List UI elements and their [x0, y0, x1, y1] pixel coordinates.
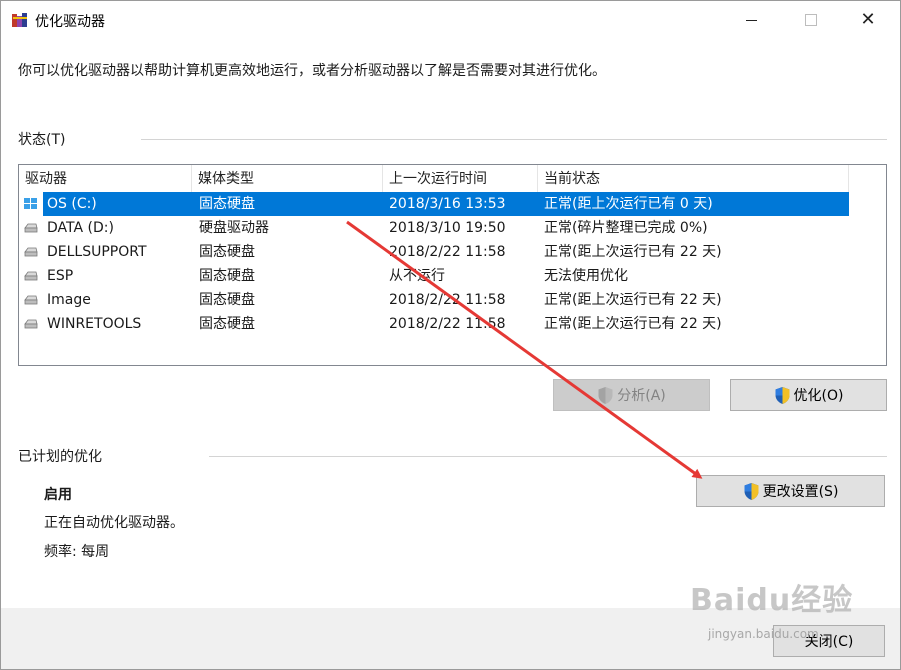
media-type: 固态硬盘: [199, 268, 255, 284]
drive-name: ESP: [47, 268, 74, 284]
minimize-icon: [745, 19, 757, 21]
minimize-button[interactable]: [728, 1, 774, 39]
last-run-time: 2018/3/10 19:50: [389, 220, 506, 236]
last-run-time: 2018/2/22 11:58: [389, 244, 506, 260]
last-run-time: 2018/2/22 11:58: [389, 316, 506, 332]
drive-row-esp[interactable]: ESP 固态硬盘 从不运行 无法使用优化: [19, 264, 886, 288]
maximize-button[interactable]: [788, 1, 834, 39]
drive-icon: [24, 247, 38, 257]
drive-list[interactable]: 驱动器 媒体类型 上一次运行时间 当前状态 OS (C:) 固态硬盘 2018/…: [18, 164, 887, 366]
last-run-time: 从不运行: [389, 268, 445, 284]
analyze-button-label: 分析(A): [617, 388, 666, 404]
media-type: 固态硬盘: [199, 292, 255, 308]
status-separator: [141, 139, 887, 140]
status-section-label: 状态(T): [18, 132, 66, 148]
close-button-label: 关闭(C): [804, 634, 854, 650]
drive-icon: [24, 319, 38, 329]
drive-row-os-c[interactable]: OS (C:) 固态硬盘 2018/3/16 13:53 正常(距上次运行已有 …: [19, 192, 886, 216]
drive-list-header: 驱动器 媒体类型 上一次运行时间 当前状态: [19, 165, 886, 192]
optimize-drives-window: 优化驱动器 ✕ 你可以优化驱动器以帮助计算机更高效地运行，或者分析驱动器以了解是…: [0, 0, 901, 670]
drive-row-image[interactable]: Image 固态硬盘 2018/2/22 11:58 正常(距上次运行已有 22…: [19, 288, 886, 312]
analyze-button[interactable]: 分析(A): [553, 379, 710, 411]
column-header-current-status[interactable]: 当前状态: [538, 165, 849, 192]
windows-drive-icon: [24, 198, 37, 209]
window-title: 优化驱动器: [35, 14, 105, 30]
drive-name: DATA (D:): [47, 220, 114, 236]
current-status: 正常(距上次运行已有 22 天): [544, 244, 722, 260]
drive-row-data-d[interactable]: DATA (D:) 硬盘驱动器 2018/3/10 19:50 正常(碎片整理已…: [19, 216, 886, 240]
change-settings-button-label: 更改设置(S): [762, 484, 839, 500]
drive-name: WINRETOOLS: [47, 316, 142, 332]
column-header-last-run[interactable]: 上一次运行时间: [383, 165, 538, 192]
column-header-media-type[interactable]: 媒体类型: [192, 165, 383, 192]
schedule-frequency: 频率: 每周: [44, 544, 110, 560]
drive-icon: [24, 271, 38, 281]
media-type: 固态硬盘: [199, 196, 255, 212]
bottom-bar: [1, 608, 900, 669]
drive-row-dellsupport[interactable]: DELLSUPPORT 固态硬盘 2018/2/22 11:58 正常(距上次运…: [19, 240, 886, 264]
drive-name: Image: [47, 292, 91, 308]
last-run-time: 2018/2/22 11:58: [389, 292, 506, 308]
description-text: 你可以优化驱动器以帮助计算机更高效地运行，或者分析驱动器以了解是否需要对其进行优…: [18, 63, 606, 79]
close-button[interactable]: 关闭(C): [773, 625, 885, 657]
drive-name: DELLSUPPORT: [47, 244, 147, 260]
media-type: 硬盘驱动器: [199, 220, 269, 236]
media-type: 固态硬盘: [199, 316, 255, 332]
last-run-time: 2018/3/16 13:53: [389, 196, 506, 212]
drive-icon: [24, 223, 38, 233]
optimize-button[interactable]: 优化(O): [730, 379, 887, 411]
media-type: 固态硬盘: [199, 244, 255, 260]
defrag-app-icon: [12, 13, 27, 27]
uac-shield-icon: [775, 386, 790, 404]
close-window-button[interactable]: ✕: [845, 1, 891, 39]
current-status: 正常(距上次运行已有 22 天): [544, 292, 722, 308]
column-header-drive[interactable]: 驱动器: [19, 165, 192, 192]
uac-shield-icon: [744, 482, 759, 500]
scheduled-separator: [209, 456, 887, 457]
schedule-state: 启用: [44, 487, 72, 503]
maximize-icon: [805, 14, 817, 26]
schedule-info: 正在自动优化驱动器。: [44, 515, 184, 531]
current-status: 正常(碎片整理已完成 0%): [544, 220, 708, 236]
drive-row-winretools[interactable]: WINRETOOLS 固态硬盘 2018/2/22 11:58 正常(距上次运行…: [19, 312, 886, 336]
change-settings-button[interactable]: 更改设置(S): [696, 475, 885, 507]
drive-icon: [24, 295, 38, 305]
current-status: 正常(距上次运行已有 22 天): [544, 316, 722, 332]
current-status: 正常(距上次运行已有 0 天): [544, 196, 713, 212]
drive-name: OS (C:): [47, 196, 97, 212]
optimize-button-label: 优化(O): [793, 388, 844, 404]
uac-shield-icon: [598, 386, 613, 404]
scheduled-section-label: 已计划的优化: [18, 449, 102, 465]
title-bar: 优化驱动器 ✕: [1, 1, 900, 39]
close-icon: ✕: [860, 9, 876, 30]
drive-list-rows: OS (C:) 固态硬盘 2018/3/16 13:53 正常(距上次运行已有 …: [19, 192, 886, 336]
current-status: 无法使用优化: [544, 268, 628, 284]
